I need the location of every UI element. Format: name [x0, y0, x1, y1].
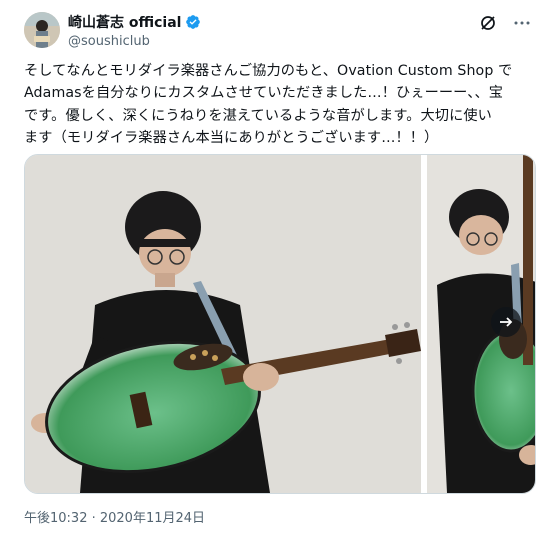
tweet: 崎山蒼志 official @soushiclub そしてなんとモリダイラ楽器さ…	[0, 0, 560, 538]
more-icon[interactable]	[512, 13, 532, 33]
media-photo-1[interactable]	[25, 155, 421, 493]
author-handle[interactable]: @soushiclub	[68, 34, 201, 49]
tweet-timestamp[interactable]: 午後10:32 · 2020年11月24日	[24, 507, 205, 526]
tweet-text: そしてなんとモリダイラ楽器さんご協力のもと、Ovation Custom Sho…	[24, 63, 513, 147]
verified-badge-icon	[186, 14, 201, 29]
media-carousel[interactable]	[24, 154, 536, 494]
arrow-right-icon	[500, 317, 513, 327]
author-block: 崎山蒼志 official @soushiclub	[68, 12, 201, 49]
avatar[interactable]	[24, 12, 60, 48]
slash-circle-icon[interactable]	[478, 13, 498, 33]
author-name[interactable]: 崎山蒼志 official	[68, 12, 181, 32]
tweet-top-actions	[478, 13, 532, 33]
media-next-button[interactable]	[491, 307, 521, 337]
guitar-photo-image	[25, 155, 421, 493]
avatar-image	[24, 12, 60, 48]
